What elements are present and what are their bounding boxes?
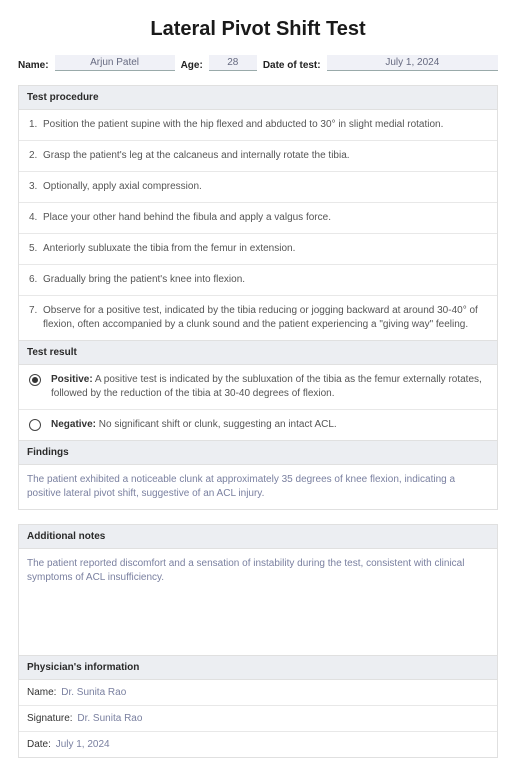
procedure-step: 6.Gradually bring the patient's knee int… <box>19 265 497 296</box>
test-result-section: Test result Positive: A positive test is… <box>18 341 498 441</box>
physician-name-value[interactable]: Dr. Sunita Rao <box>61 687 126 698</box>
findings-text[interactable]: The patient exhibited a noticeable clunk… <box>19 465 497 509</box>
name-label: Name: <box>18 60 49 71</box>
physician-date-row: Date: July 1, 2024 <box>19 732 497 757</box>
procedure-step-number: 5. <box>29 242 43 256</box>
test-procedure-heading: Test procedure <box>19 86 497 110</box>
physician-signature-label: Signature: <box>27 713 73 724</box>
age-input[interactable]: 28 <box>209 55 257 71</box>
procedure-step: 2.Grasp the patient's leg at the calcane… <box>19 141 497 172</box>
procedure-step-text: Anteriorly subluxate the tibia from the … <box>43 242 487 256</box>
procedure-step: 1.Position the patient supine with the h… <box>19 110 497 141</box>
procedure-step-number: 7. <box>29 304 43 332</box>
test-result-heading: Test result <box>19 341 497 365</box>
procedure-step-number: 1. <box>29 118 43 132</box>
result-positive-text: Positive: A positive test is indicated b… <box>51 373 487 401</box>
radio-positive[interactable] <box>29 374 41 386</box>
result-negative-row[interactable]: Negative: No significant shift or clunk,… <box>19 410 497 440</box>
procedure-step-number: 4. <box>29 211 43 225</box>
page-title: Lateral Pivot Shift Test <box>18 18 498 41</box>
procedure-step-text: Position the patient supine with the hip… <box>43 118 487 132</box>
test-procedure-section: Test procedure 1.Position the patient su… <box>18 85 498 341</box>
procedure-step-text: Place your other hand behind the fibula … <box>43 211 487 225</box>
result-negative-label: Negative: <box>51 419 96 430</box>
procedure-step: 3.Optionally, apply axial compression. <box>19 172 497 203</box>
result-positive-row[interactable]: Positive: A positive test is indicated b… <box>19 365 497 410</box>
physician-info-section: Physician's information Name: Dr. Sunita… <box>18 656 498 758</box>
procedure-step-number: 3. <box>29 180 43 194</box>
result-positive-desc: A positive test is indicated by the subl… <box>51 374 482 399</box>
physician-name-row: Name: Dr. Sunita Rao <box>19 680 497 706</box>
additional-notes-heading: Additional notes <box>19 525 497 549</box>
date-of-test-input[interactable]: July 1, 2024 <box>327 55 498 71</box>
physician-name-label: Name: <box>27 687 56 698</box>
physician-signature-value[interactable]: Dr. Sunita Rao <box>77 713 142 724</box>
physician-signature-row: Signature: Dr. Sunita Rao <box>19 706 497 732</box>
date-of-test-label: Date of test: <box>263 60 321 71</box>
procedure-step-text: Grasp the patient's leg at the calcaneus… <box>43 149 487 163</box>
procedure-step-number: 6. <box>29 273 43 287</box>
additional-notes-text[interactable]: The patient reported discomfort and a se… <box>19 549 497 655</box>
result-positive-label: Positive: <box>51 374 93 385</box>
procedure-step: 7.Observe for a positive test, indicated… <box>19 296 497 340</box>
physician-date-label: Date: <box>27 739 51 750</box>
physician-date-value[interactable]: July 1, 2024 <box>56 739 110 750</box>
findings-section: Findings The patient exhibited a noticea… <box>18 441 498 510</box>
name-input[interactable]: Arjun Patel <box>55 55 175 71</box>
procedure-step-text: Observe for a positive test, indicated b… <box>43 304 487 332</box>
result-negative-text: Negative: No significant shift or clunk,… <box>51 418 487 432</box>
procedure-step-text: Optionally, apply axial compression. <box>43 180 487 194</box>
additional-notes-section: Additional notes The patient reported di… <box>18 524 498 656</box>
procedure-step-number: 2. <box>29 149 43 163</box>
procedure-step-text: Gradually bring the patient's knee into … <box>43 273 487 287</box>
procedure-step: 5.Anteriorly subluxate the tibia from th… <box>19 234 497 265</box>
physician-info-heading: Physician's information <box>19 656 497 680</box>
procedure-step: 4.Place your other hand behind the fibul… <box>19 203 497 234</box>
findings-heading: Findings <box>19 441 497 465</box>
header-fields: Name: Arjun Patel Age: 28 Date of test: … <box>18 55 498 71</box>
result-negative-desc: No significant shift or clunk, suggestin… <box>96 419 337 430</box>
radio-negative[interactable] <box>29 419 41 431</box>
age-label: Age: <box>181 60 203 71</box>
